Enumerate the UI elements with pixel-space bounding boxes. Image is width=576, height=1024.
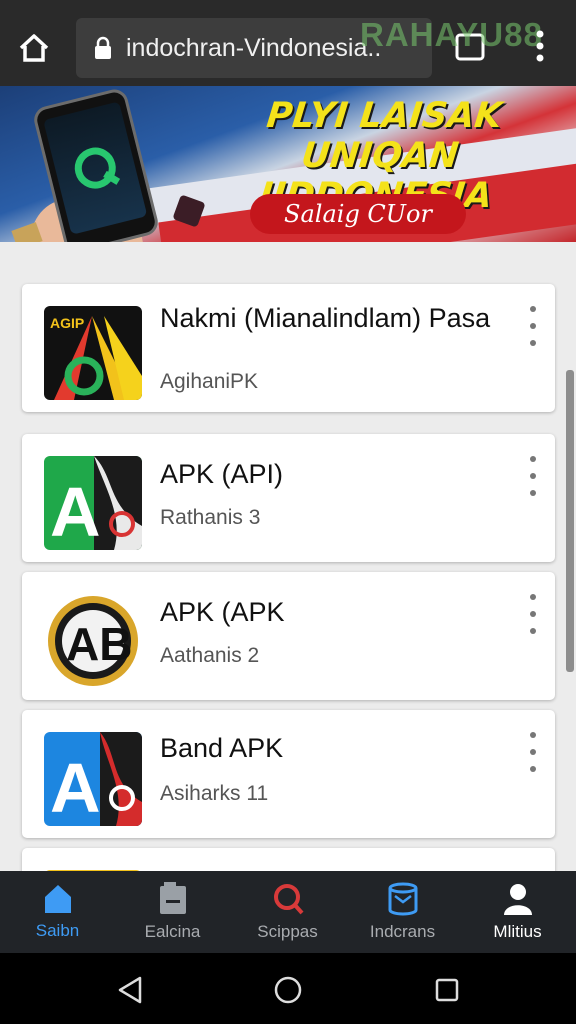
app-logo-icon	[74, 147, 121, 189]
more-vert-icon[interactable]	[525, 306, 541, 346]
person-icon	[503, 884, 532, 915]
overflow-menu-button[interactable]	[528, 26, 552, 66]
app-subtitle: AgihaniPK	[160, 370, 259, 393]
nav-label: Saibn	[35, 921, 80, 940]
status-right: 1103	[532, 0, 562, 2]
promo-banner[interactable]: PLYI LAISAK UNIQAN IIDDONESIA Salaig CUo…	[0, 86, 576, 242]
app-title: Band APK	[160, 733, 284, 763]
svg-text:A: A	[50, 473, 101, 550]
nav-label: Mlitius	[493, 922, 542, 941]
nav-item-profile[interactable]: Mlitius	[460, 871, 575, 953]
banner-title-line1: PLYI LAISAK	[264, 96, 504, 136]
app-icon: AB	[44, 594, 142, 688]
app-icon: A	[44, 456, 142, 550]
more-vert-icon[interactable]	[525, 594, 541, 634]
home-icon	[19, 34, 49, 62]
app-title: Nakmi (Mianalindlam) Pasa	[160, 303, 491, 333]
bottom-navigation: Saibn Ealcina Scippas Indcrans Mlitius	[0, 871, 576, 953]
svg-text:AGIP: AGIP	[50, 315, 84, 331]
list-item[interactable]: A Band APK Asiharks 11	[22, 710, 555, 838]
watermark: RAHAYU88	[360, 16, 543, 53]
app-icon: AGIP	[44, 306, 142, 400]
nav-label: Scippas	[257, 922, 318, 941]
app-title: APK (API)	[160, 459, 284, 489]
list-item[interactable]: AB APK (APK Aathanis 2	[22, 572, 555, 700]
nav-item-database[interactable]: Indcrans	[345, 871, 460, 953]
search-icon	[273, 884, 303, 915]
home-circle-icon[interactable]	[273, 975, 303, 1005]
more-vert-icon[interactable]	[525, 456, 541, 496]
lock-icon	[92, 35, 114, 61]
back-icon[interactable]	[116, 975, 144, 1005]
app-subtitle: Asiharks 11	[160, 782, 269, 805]
system-nav-bar	[0, 953, 576, 1024]
home-button[interactable]	[12, 28, 56, 68]
svg-text:AB: AB	[66, 618, 132, 670]
app-icon: A	[44, 732, 142, 826]
nav-label: Ealcina	[144, 922, 201, 941]
banner-subtitle: Salaig CUor kulbl	[250, 194, 466, 242]
home-icon	[44, 885, 71, 913]
nav-item-home[interactable]: Saibn	[0, 871, 115, 953]
file-icon	[159, 882, 186, 914]
scrollbar[interactable]	[566, 370, 574, 672]
list-item[interactable]: A APK (API) Rathanis 3	[22, 434, 555, 562]
nav-item-search[interactable]: Scippas	[230, 871, 345, 953]
more-vert-icon[interactable]	[525, 732, 541, 772]
more-vert-icon	[536, 30, 544, 62]
app-subtitle: Aathanis 2	[160, 644, 260, 667]
list-item[interactable]: AGIP Nakmi (Mianalindlam) Pasa AgihaniPK	[22, 284, 555, 412]
nav-label: Indcrans	[369, 922, 436, 941]
app-title: APK (APK	[160, 597, 285, 627]
browser-toolbar: 1093 1103 indochran-Vindonesia.. RAHAYU8…	[0, 0, 576, 86]
nav-item-files[interactable]: Ealcina	[115, 871, 230, 953]
status-bar: 1093 1103	[0, 0, 576, 6]
database-icon	[388, 882, 417, 916]
app-subtitle: Rathanis 3	[160, 506, 261, 529]
recents-icon[interactable]	[434, 977, 460, 1003]
svg-text:A: A	[50, 749, 101, 826]
status-left: 1093	[14, 0, 45, 2]
